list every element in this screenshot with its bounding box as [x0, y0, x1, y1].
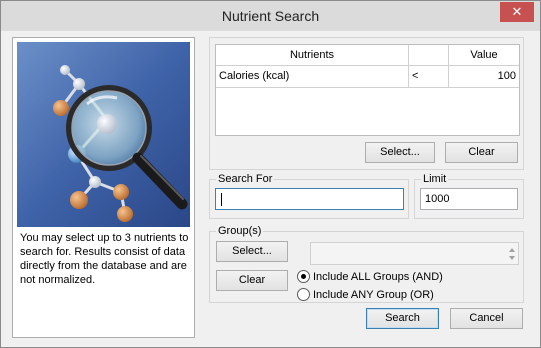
magnifying-glass-molecules-icon: [17, 42, 190, 227]
nutrient-cell[interactable]: Calories (kcal): [216, 66, 409, 87]
groups-select-button[interactable]: Select...: [216, 241, 288, 262]
close-icon: ✕: [511, 4, 523, 19]
close-button[interactable]: ✕: [500, 2, 534, 22]
search-button[interactable]: Search: [366, 308, 439, 329]
groups-label: Group(s): [216, 225, 264, 237]
nutrient-search-dialog: Nutrient Search ✕ You may select up to 3…: [0, 0, 541, 348]
nutrients-table[interactable]: Nutrients Value Calories (kcal) < 100: [215, 44, 520, 136]
include-any-group-radio[interactable]: [297, 288, 310, 301]
info-panel: You may select up to 3 nutrients to sear…: [12, 37, 195, 338]
table-row[interactable]: Calories (kcal) < 100: [216, 66, 519, 88]
chevron-down-icon[interactable]: [509, 256, 515, 260]
search-for-label: Search For: [216, 173, 275, 185]
nutrients-select-button[interactable]: Select...: [365, 142, 435, 163]
limit-input[interactable]: 1000: [420, 188, 518, 210]
include-any-group-label[interactable]: Include ANY Group (OR): [313, 288, 434, 302]
chevron-up-icon[interactable]: [509, 248, 515, 252]
column-header-nutrients[interactable]: Nutrients: [216, 45, 409, 66]
info-description: You may select up to 3 nutrients to sear…: [20, 232, 189, 286]
column-header-value[interactable]: Value: [449, 45, 519, 66]
groups-list[interactable]: [310, 242, 519, 265]
groups-clear-button[interactable]: Clear: [216, 270, 288, 291]
nutrients-clear-button[interactable]: Clear: [445, 142, 518, 163]
table-header: Nutrients Value: [216, 45, 519, 66]
include-all-groups-radio[interactable]: [297, 270, 310, 283]
value-cell[interactable]: 100: [449, 66, 519, 87]
column-header-operator[interactable]: [409, 45, 449, 66]
window-title: Nutrient Search: [221, 8, 320, 24]
operator-cell[interactable]: <: [409, 66, 449, 87]
title-bar[interactable]: Nutrient Search ✕: [1, 1, 540, 31]
limit-label: Limit: [421, 173, 449, 185]
text-caret: [221, 193, 222, 206]
include-all-groups-label[interactable]: Include ALL Groups (AND): [313, 270, 443, 284]
cancel-button[interactable]: Cancel: [450, 308, 523, 329]
search-for-input[interactable]: [215, 188, 404, 210]
